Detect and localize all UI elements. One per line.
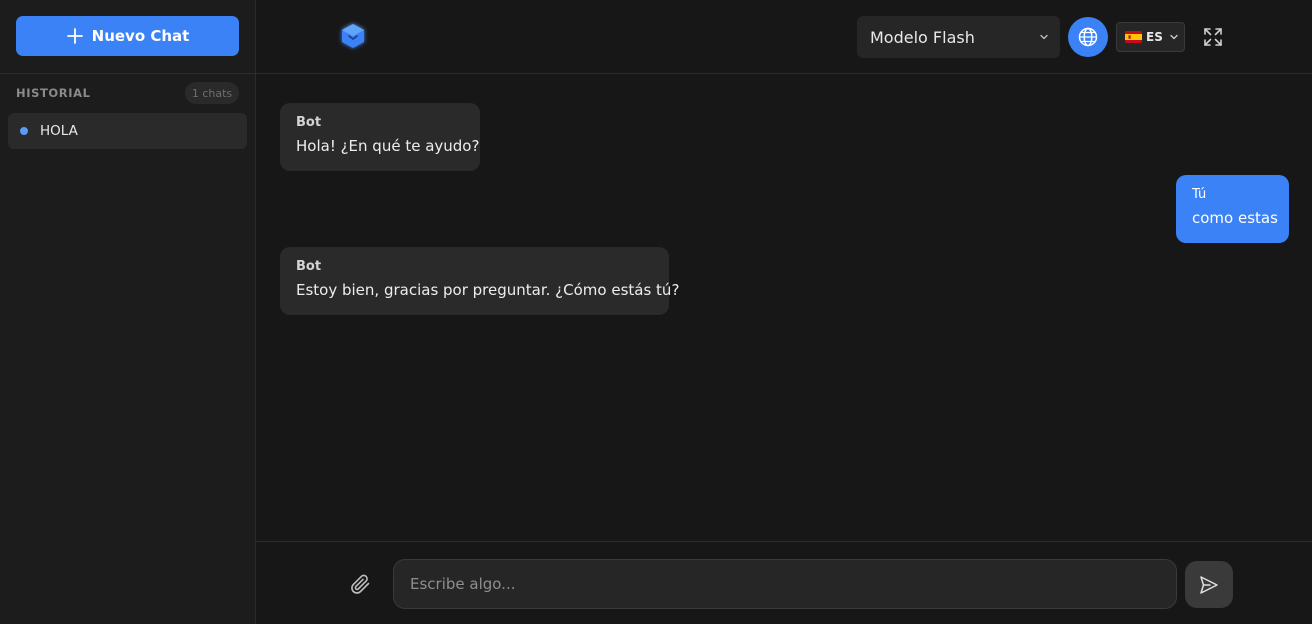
new-chat-button[interactable]: Nuevo Chat — [16, 16, 239, 56]
message-input[interactable]: Escribe algo... — [393, 559, 1177, 609]
model-select[interactable]: Modelo Flash — [857, 16, 1060, 58]
message-sender: Bot — [296, 115, 322, 130]
message-text: Estoy bien, gracias por preguntar. ¿Cómo… — [296, 281, 680, 299]
message-sender: Bot — [296, 259, 322, 274]
chat-app: Nuevo Chat HISTORIAL 1 chats HOLA Modelo… — [0, 0, 1312, 624]
message-sender: Tú — [1192, 187, 1207, 202]
user-message: Tú como estas — [1176, 175, 1289, 243]
composer: Escribe algo... — [256, 541, 1312, 624]
sidebar: Nuevo Chat HISTORIAL 1 chats HOLA — [0, 0, 256, 624]
new-chat-label: Nuevo Chat — [91, 27, 190, 45]
globe-icon — [1078, 27, 1098, 47]
history-item[interactable]: HOLA — [8, 113, 247, 149]
bot-message: Bot Hola! ¿En qué te ayudo? — [280, 103, 480, 171]
history-item-label: HOLA — [40, 123, 78, 139]
language-selector[interactable]: ES — [1116, 22, 1185, 52]
language-code: ES — [1146, 30, 1163, 44]
fullscreen-icon[interactable] — [1202, 26, 1224, 48]
history-title: HISTORIAL — [16, 86, 91, 100]
send-button[interactable] — [1185, 561, 1233, 608]
top-bar: Modelo Flash ES — [256, 0, 1312, 74]
message-text: Hola! ¿En qué te ayudo? — [296, 137, 480, 155]
bot-message: Bot Estoy bien, gracias por preguntar. ¿… — [280, 247, 680, 315]
send-icon — [1200, 575, 1218, 594]
active-dot-icon — [20, 127, 28, 135]
globe-button[interactable] — [1068, 17, 1108, 57]
paperclip-icon[interactable] — [348, 572, 372, 596]
message-input-placeholder: Escribe algo... — [410, 575, 516, 593]
model-select-value: Modelo Flash — [870, 27, 975, 47]
cube-logo-icon — [342, 24, 364, 48]
history-count-badge: 1 chats — [185, 82, 239, 104]
plus-icon — [66, 28, 83, 44]
chevron-down-icon — [1170, 34, 1178, 40]
message-text: como estas — [1192, 209, 1278, 227]
sidebar-divider — [0, 73, 256, 74]
spain-flag-icon — [1125, 31, 1142, 43]
chevron-down-icon — [1040, 34, 1048, 40]
